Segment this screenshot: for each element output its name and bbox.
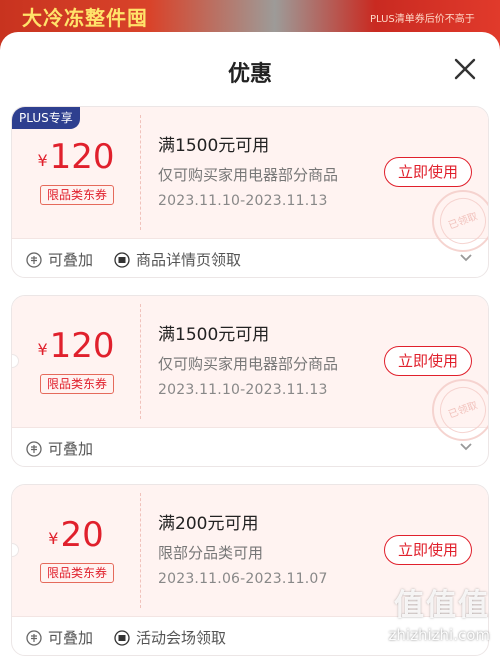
coupon-condition: 满1500元可用 — [158, 325, 270, 345]
chevron-down-icon[interactable] — [458, 251, 474, 265]
currency-symbol: ¥ — [48, 529, 59, 548]
tag-icon — [114, 630, 130, 646]
coupon-card: ¥120 限品类东券 满1500元可用 仅可购买家用电器部分商品 2023.11… — [11, 295, 489, 467]
use-now-button[interactable]: 立即使用 — [384, 535, 472, 565]
watermark-site: zhizhizhi.com — [388, 626, 490, 644]
stackable-text: 可叠加 — [48, 440, 94, 458]
coupon-amount-panel: ¥120 限品类东券 — [12, 296, 140, 428]
coupon-amount: ¥120 — [12, 326, 140, 366]
stack-icon — [26, 252, 42, 268]
close-button[interactable] — [450, 54, 480, 84]
stackable-label: 可叠加 — [26, 438, 93, 459]
coupon-amount-panel: PLUS专享 ¥120 限品类东券 — [12, 107, 140, 239]
coupon-body: ¥120 限品类东券 满1500元可用 仅可购买家用电器部分商品 2023.11… — [12, 296, 488, 441]
coupon-scope: 仅可购买家用电器部分商品 — [158, 166, 339, 184]
amount-value: 120 — [49, 326, 115, 366]
site-watermark: 值值值 zhizhizhi.com — [350, 580, 490, 658]
stack-icon — [26, 630, 42, 646]
coupon-info: 满1500元可用 仅可购买家用电器部分商品 2023.11.10-2023.11… — [158, 320, 338, 398]
coupon-type-tag: 限品类东券 — [40, 563, 115, 583]
source-text: 活动会场领取 — [136, 629, 227, 647]
amount-value: 20 — [60, 515, 104, 555]
coupon-amount-panel: ¥20 限品类东券 — [12, 485, 140, 617]
coupon-date: 2023.11.10-2023.11.13 — [158, 382, 328, 398]
source-label: 活动会场领取 — [114, 627, 226, 648]
coupon-footer: 可叠加 — [12, 428, 488, 466]
coupon-divider — [140, 304, 141, 419]
coupon-card: PLUS专享 ¥120 限品类东券 满1500元可用 仅可购买家用电器部分商品 … — [11, 106, 489, 278]
coupon-info: 满1500元可用 仅可购买家用电器部分商品 2023.11.10-2023.11… — [158, 131, 338, 209]
coupon-type-tag: 限品类东券 — [40, 374, 115, 394]
stackable-label: 可叠加 — [26, 249, 93, 270]
currency-symbol: ¥ — [37, 151, 48, 170]
watermark-logo: 值值值 — [394, 588, 490, 623]
banner-plus-note: PLUS清单券后价不高于 — [370, 14, 475, 25]
use-now-button[interactable]: 立即使用 — [384, 157, 472, 187]
stackable-text: 可叠加 — [48, 629, 94, 647]
coupon-condition: 满1500元可用 — [158, 136, 270, 156]
banner-text: 大冷冻整件囤 — [22, 6, 148, 30]
use-now-button[interactable]: 立即使用 — [384, 346, 472, 376]
coupon-type-tag: 限品类东券 — [40, 185, 115, 205]
coupon-amount: ¥20 — [12, 515, 140, 555]
coupon-date: 2023.11.10-2023.11.13 — [158, 193, 328, 209]
coupon-divider — [140, 115, 141, 230]
currency-symbol: ¥ — [37, 340, 48, 359]
stackable-label: 可叠加 — [26, 627, 93, 648]
coupon-footer: 可叠加 商品详情页领取 — [12, 239, 488, 277]
coupon-body: PLUS专享 ¥120 限品类东券 满1500元可用 仅可购买家用电器部分商品 … — [12, 107, 488, 252]
tag-icon — [114, 252, 130, 268]
chevron-down-icon[interactable] — [458, 440, 474, 454]
coupon-scope: 仅可购买家用电器部分商品 — [158, 355, 339, 373]
coupon-scope: 限部分品类可用 — [158, 544, 264, 562]
plus-exclusive-badge: PLUS专享 — [12, 107, 80, 129]
stack-icon — [26, 441, 42, 457]
coupon-divider — [140, 493, 141, 608]
coupon-amount: ¥120 — [12, 137, 140, 177]
coupon-condition: 满200元可用 — [158, 514, 259, 534]
sheet-title: 优惠 — [227, 62, 272, 87]
coupon-info: 满200元可用 限部分品类可用 2023.11.06-2023.11.07 — [158, 509, 328, 587]
source-text: 商品详情页领取 — [136, 251, 242, 269]
stackable-text: 可叠加 — [48, 251, 94, 269]
source-label: 商品详情页领取 — [114, 249, 241, 270]
amount-value: 120 — [49, 137, 115, 177]
close-icon — [454, 58, 476, 80]
coupon-date: 2023.11.06-2023.11.07 — [158, 571, 328, 587]
